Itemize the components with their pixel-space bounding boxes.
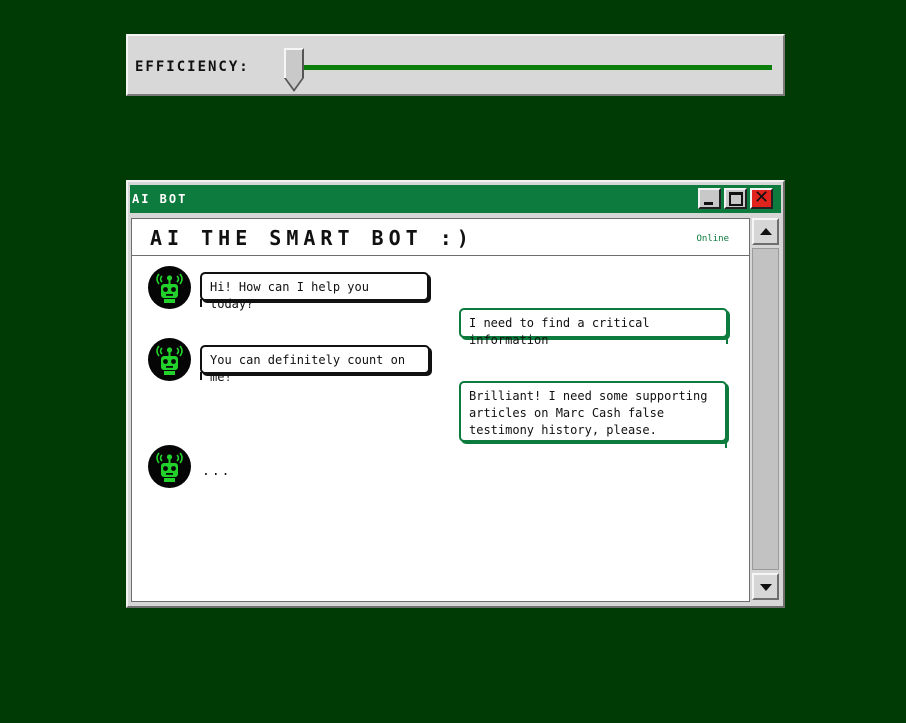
bot-message: You can definitely count on me! [200, 345, 430, 384]
close-icon[interactable]: ✕ [750, 187, 773, 209]
robot-icon [148, 266, 191, 309]
scroll-down-icon[interactable] [752, 573, 779, 600]
message-text: You can definitely count on me! [210, 353, 406, 384]
robot-icon [148, 338, 191, 381]
chat-header: AI THE SMART BOT :) Online [132, 219, 749, 256]
chat-title: AI THE SMART BOT :) [150, 226, 474, 250]
scrollbar-track[interactable] [752, 248, 779, 570]
message-text: I need to find a critical information [469, 316, 650, 347]
window-titlebar[interactable]: AI BOT ✕ [130, 185, 781, 213]
chat-window: AI BOT ✕ AI THE SMART BOT :) Online Hi! … [126, 180, 785, 608]
typing-indicator: ... [202, 464, 232, 479]
maximize-icon[interactable] [724, 188, 747, 209]
efficiency-panel: EFFICIENCY: [126, 34, 785, 96]
window-title: AI BOT [132, 192, 188, 206]
user-message: I need to find a critical information [459, 308, 728, 347]
user-message: Brilliant! I need some supporting articl… [459, 381, 727, 448]
scrollbar[interactable] [751, 218, 780, 602]
robot-icon [148, 445, 191, 488]
bot-message: Hi! How can I help you today? [200, 272, 429, 311]
scroll-up-icon[interactable] [752, 218, 779, 245]
minimize-icon[interactable] [698, 188, 721, 209]
efficiency-label: EFFICIENCY: [135, 59, 250, 75]
message-text: Brilliant! I need some supporting articl… [469, 389, 708, 437]
efficiency-slider-track[interactable] [288, 65, 772, 70]
chat-area: AI THE SMART BOT :) Online Hi! How can I… [131, 218, 750, 602]
status-badge: Online [696, 234, 729, 244]
message-text: Hi! How can I help you today? [210, 280, 369, 311]
efficiency-slider-thumb[interactable] [283, 48, 304, 92]
